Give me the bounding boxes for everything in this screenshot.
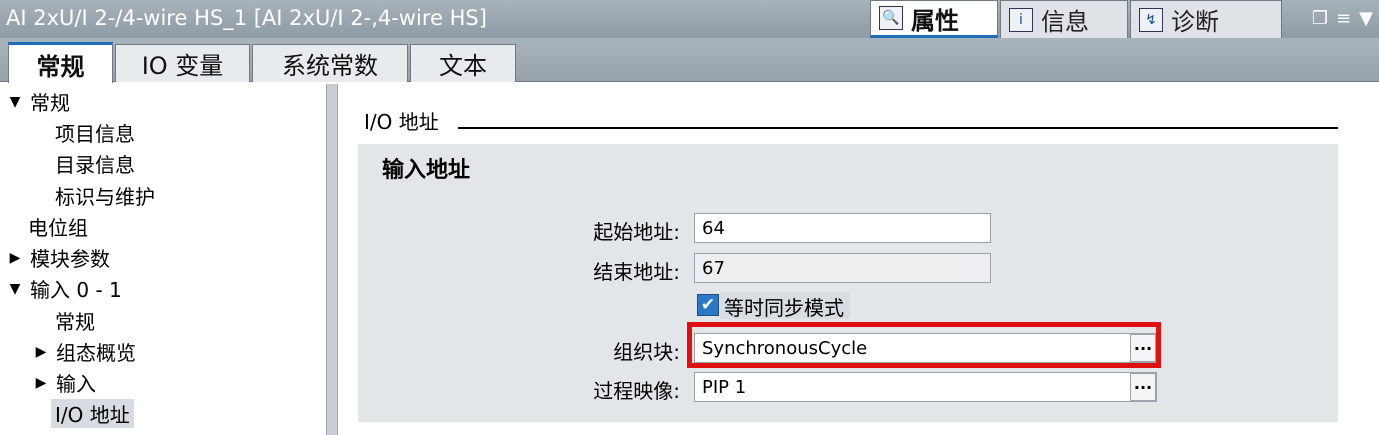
start-address-field[interactable]: 64	[694, 213, 991, 243]
nav-item-input[interactable]: ▶ 输入	[0, 367, 326, 398]
nav-item-label: 输入	[56, 372, 96, 396]
end-address-label: 结束地址:	[593, 260, 680, 284]
nav-item-label: 项目信息	[55, 122, 135, 146]
nav-item-input-0-1[interactable]: ▼ 输入 0 - 1	[0, 273, 326, 304]
window-title: AI 2xU/I 2-/4-wire HS_1 [AI 2xU/I 2-,4-w…	[6, 6, 487, 30]
menu-icon[interactable]: ≡	[1336, 8, 1351, 29]
tab-diagnostics-label: 诊断	[1171, 8, 1219, 36]
nav-item-potential-group[interactable]: 电位组	[0, 211, 326, 242]
process-image-field[interactable]: PIP 1	[694, 372, 1157, 402]
nav-item-project-info[interactable]: 项目信息	[0, 117, 326, 148]
main-tabs: 常规 IO 变量 系统常数 文本	[0, 38, 1379, 83]
expand-icon[interactable]: ▼	[6, 94, 24, 110]
nav-item-label: 组态概览	[56, 341, 136, 365]
nav-item-label: 模块参数	[30, 247, 110, 271]
tab-diagnostics[interactable]: ↯ 诊断	[1130, 0, 1282, 38]
isochronous-checkbox[interactable]: ✔	[697, 294, 719, 316]
pane-splitter[interactable]	[326, 84, 338, 435]
tab-info[interactable]: i 信息	[1000, 0, 1128, 38]
tab-io-tags[interactable]: IO 变量	[115, 44, 250, 82]
navigation-tree: ▼ 常规 项目信息 目录信息 标识与维护 电位组 ▶ 模块参数 ▼ 输入 0 -…	[0, 84, 326, 435]
panel-title: 输入地址	[382, 158, 471, 183]
nav-item-general[interactable]: ▼ 常规	[0, 86, 326, 117]
process-image-browse-button[interactable]: ...	[1130, 373, 1156, 401]
isochronous-label: 等时同步模式	[720, 292, 850, 320]
window-header: AI 2xU/I 2-/4-wire HS_1 [AI 2xU/I 2-,4-w…	[0, 0, 1379, 38]
nav-item-label: 电位组	[28, 216, 88, 240]
diagnostics-icon: ↯	[1139, 7, 1163, 32]
content-area: I/O 地址 输入地址 起始地址: 64 结束地址: 67 ✔ 等时同步模式 组…	[338, 84, 1379, 435]
expand-icon[interactable]: ▶	[32, 375, 50, 391]
nav-item-io-address[interactable]: I/O 地址	[0, 398, 326, 429]
section-title: I/O 地址	[364, 110, 439, 134]
process-image-label: 过程映像:	[593, 379, 680, 403]
properties-icon: 🔍	[879, 6, 903, 30]
nav-item-config-overview[interactable]: ▶ 组态概览	[0, 336, 326, 367]
expand-icon[interactable]: ▶	[6, 250, 24, 266]
nav-item-label: 标识与维护	[55, 185, 155, 209]
collapse-icon[interactable]: ▼	[6, 281, 24, 297]
tab-properties[interactable]: 🔍 属性	[870, 0, 998, 38]
nav-item-label: 常规	[55, 310, 95, 334]
expand-icon[interactable]: ▶	[32, 344, 50, 360]
input-address-panel: 输入地址 起始地址: 64 结束地址: 67 ✔ 等时同步模式 组织块: Syn…	[358, 144, 1338, 422]
section-divider	[458, 127, 1338, 129]
tab-texts[interactable]: 文本	[410, 44, 516, 82]
tab-info-label: 信息	[1041, 8, 1089, 36]
nav-item-label: 常规	[30, 91, 70, 115]
tab-properties-label: 属性	[911, 6, 959, 35]
nav-item-module-parameters[interactable]: ▶ 模块参数	[0, 242, 326, 273]
nav-item-input-general[interactable]: 常规	[0, 305, 326, 336]
tab-system-constants[interactable]: 系统常数	[252, 44, 408, 82]
highlight-box	[687, 322, 1161, 368]
nav-item-label: I/O 地址	[51, 399, 134, 428]
info-icon: i	[1009, 7, 1033, 32]
tab-general[interactable]: 常规	[8, 42, 113, 83]
nav-item-label: 输入 0 - 1	[30, 278, 122, 302]
org-block-label: 组织块:	[613, 340, 680, 364]
end-address-field: 67	[694, 253, 991, 283]
nav-item-catalog-info[interactable]: 目录信息	[0, 148, 326, 179]
window-controls: ❐ ≡ ▼	[1312, 8, 1373, 29]
nav-item-identification[interactable]: 标识与维护	[0, 180, 326, 211]
restore-icon[interactable]: ❐	[1312, 8, 1328, 29]
nav-item-label: 目录信息	[55, 153, 135, 177]
start-address-label: 起始地址:	[593, 220, 680, 244]
chevron-down-icon[interactable]: ▼	[1359, 8, 1373, 29]
